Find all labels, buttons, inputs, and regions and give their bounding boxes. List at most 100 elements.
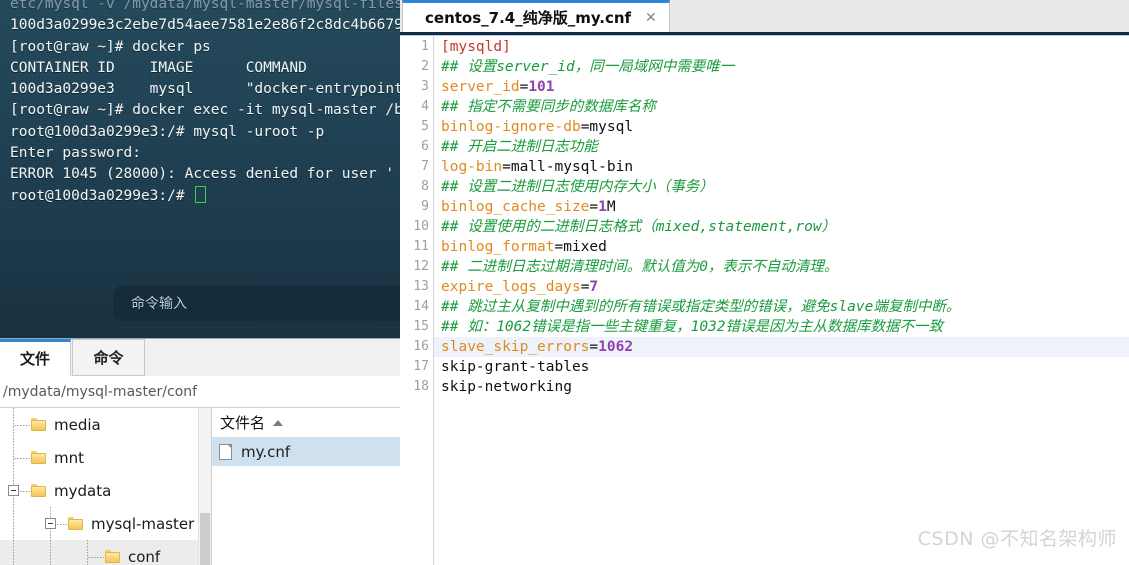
code-token: mixed [563, 239, 607, 255]
tree-item-label: conf [128, 547, 161, 565]
tree-guide-stub [88, 556, 104, 558]
terminal-panel[interactable]: etc/mysql -v /mydata/mysql-master/mysql-… [0, 0, 400, 338]
line-number: 13 [413, 279, 429, 294]
code-token: server_id [441, 79, 520, 95]
tree-guide-line [50, 540, 51, 565]
code-line[interactable]: ## 设置server_id，同一局域网中需要唯一 [441, 57, 1129, 77]
line-number: 15 [413, 319, 429, 334]
line-number: 2 [421, 59, 429, 74]
line-number: 12 [413, 259, 429, 274]
tree-guide-line [13, 507, 14, 540]
code-line[interactable]: ## 指定不需要同步的数据库名称 [441, 97, 1129, 117]
close-icon[interactable]: ✕ [645, 11, 657, 25]
code-line[interactable]: ## 开启二进制日志功能 [441, 137, 1129, 157]
tab-commands[interactable]: 命令 [72, 339, 145, 376]
folder-icon [68, 516, 83, 530]
code-token: 1 [598, 199, 607, 215]
code-line[interactable]: skip-networking [441, 377, 1129, 397]
terminal-output: etc/mysql -v /mydata/mysql-master/mysql-… [10, 0, 400, 207]
folder-icon [31, 450, 46, 464]
terminal-line: root@100d3a0299e3:/# mysql -uroot -p [10, 123, 325, 140]
code-token: skip-grant-tables [441, 359, 590, 375]
terminal-line: [root@raw ~]# docker ps [10, 38, 211, 55]
code-line[interactable]: ## 二进制日志过期清理时间。默认值为0，表示不自动清理。 [441, 257, 1129, 277]
file-list-rows: my.cnf [212, 438, 400, 466]
code-token: M [606, 199, 616, 215]
file-list[interactable]: 文件名 my.cnf [212, 408, 400, 565]
folder-icon [31, 483, 46, 497]
sort-ascending-icon [273, 419, 284, 426]
command-input[interactable]: 命令输入 [113, 285, 400, 321]
file-list-header[interactable]: 文件名 [212, 408, 400, 438]
editor-tab-active[interactable]: centos_7.4_纯净版_my.cnf ✕ [402, 0, 670, 32]
tab-files[interactable]: 文件 [0, 339, 71, 376]
code-editor[interactable]: 1 2 3 4 5 6 7 8 9 10 11 12 13 14 15 16 17 18 [mysqld] ## 设… [400, 36, 1129, 565]
line-number: 7 [421, 159, 429, 174]
code-line[interactable]: ## 跳过主从复制中遇到的所有错误或指定类型的错误，避免slave端复制中断。 [441, 297, 1129, 317]
tree-item-media[interactable]: media [0, 408, 211, 441]
code-token: binlog_cache_size [441, 199, 590, 215]
tree-item-label: media [54, 415, 101, 434]
editor-tabbar: centos_7.4_纯净版_my.cnf ✕ [400, 0, 1129, 32]
code-line[interactable]: [mysqld] [441, 37, 1129, 57]
tree-scrollbar[interactable] [198, 408, 211, 565]
code-line[interactable]: ## 如：1062错误是指一些主键重复，1032错误是因为主从数据库数据不一致 [441, 317, 1129, 337]
left-column: etc/mysql -v /mydata/mysql-master/mysql-… [0, 0, 400, 565]
file-list-item[interactable]: my.cnf [212, 438, 400, 466]
tree-scrollbar-thumb[interactable] [200, 513, 210, 565]
tree-item-mydata[interactable]: mydata [0, 474, 211, 507]
code-line[interactable]: slave_skip_errors=1062 [434, 337, 1129, 357]
code-line[interactable]: skip-grant-tables [441, 357, 1129, 377]
code-token: skip-networking [441, 379, 572, 395]
terminal-line: 100d3a0299e3 mysql "docker-entrypoint.s [10, 81, 400, 98]
code-line[interactable]: binlog_format=mixed [441, 237, 1129, 257]
code-token: binlog_format [441, 239, 555, 255]
code-token: 101 [528, 79, 555, 95]
code-token: [mysqld] [441, 39, 511, 55]
code-token: ## 设置二进制日志使用内存大小（事务） [441, 179, 714, 195]
path-bar[interactable]: /mydata/mysql-master/conf [0, 376, 400, 408]
line-number: 6 [421, 139, 429, 154]
code-token: ## 开启二进制日志功能 [441, 139, 598, 155]
tree-item-conf[interactable]: conf [0, 540, 211, 565]
terminal-line: [root@raw ~]# docker exec -it mysql-mast… [10, 102, 400, 119]
code-token: ## 二进制日志过期清理时间。默认值为0，表示不自动清理。 [441, 259, 839, 275]
code-line[interactable]: expire_logs_days=7 [441, 277, 1129, 297]
code-token: = [554, 239, 564, 255]
line-number: 16 [413, 339, 429, 354]
tab-files-label: 文件 [19, 350, 50, 368]
code-token: log-bin [441, 159, 503, 175]
line-number: 8 [421, 179, 429, 194]
code-line[interactable]: log-bin=mall-mysql-bin [441, 157, 1129, 177]
code-token: ## 跳过主从复制中遇到的所有错误或指定类型的错误，避免slave端复制中断。 [441, 299, 961, 315]
watermark: CSDN @不知名架构师 [917, 528, 1117, 550]
tree-collapse-icon[interactable] [45, 517, 56, 529]
code-token: mall-mysql-bin [510, 159, 634, 175]
code-line[interactable]: binlog-ignore-db=mysql [441, 117, 1129, 137]
line-number: 4 [421, 99, 429, 114]
tree-item-mnt[interactable]: mnt [0, 441, 211, 474]
code-token: = [519, 79, 529, 95]
terminal-line: etc/mysql -v /mydata/mysql-master/mysql-… [10, 0, 400, 12]
line-number: 11 [413, 239, 429, 254]
code-line[interactable]: server_id=101 [441, 77, 1129, 97]
tree-item-label: mysql-master [91, 514, 195, 533]
code-token: = [589, 199, 599, 215]
code-line[interactable]: ## 设置二进制日志使用内存大小（事务） [441, 177, 1129, 197]
code-token: 1062 [598, 339, 634, 355]
app-window: etc/mysql -v /mydata/mysql-master/mysql-… [0, 0, 1129, 565]
tree-collapse-icon[interactable] [8, 484, 19, 496]
tree-guide-stub [14, 457, 30, 459]
code-token: ## 设置server_id，同一局域网中需要唯一 [441, 59, 735, 75]
explorer-body: mediamntmydatamysql-masterconfdata 文件名 m… [0, 408, 400, 565]
code-token: = [502, 159, 511, 175]
directory-tree[interactable]: mediamntmydatamysql-masterconfdata [0, 408, 212, 565]
tree-item-mysql-master[interactable]: mysql-master [0, 507, 211, 540]
editor-column: centos_7.4_纯净版_my.cnf ✕ 1 2 3 4 5 6 7 8 9 10 11 12 1… [400, 0, 1129, 565]
file-explorer-panel: 文件 命令 /mydata/mysql-master/conf media mnt… [0, 338, 400, 565]
code-line[interactable]: ## 设置使用的二进制日志格式（mixed,statement,row） [441, 217, 1129, 237]
code-token: ## 设置使用的二进制日志格式（mixed,statement,row） [441, 219, 837, 235]
code-token: ## 指定不需要同步的数据库名称 [441, 99, 656, 115]
code-line[interactable]: binlog_cache_size=1M [441, 197, 1129, 217]
code-token: binlog-ignore-db [441, 119, 581, 135]
